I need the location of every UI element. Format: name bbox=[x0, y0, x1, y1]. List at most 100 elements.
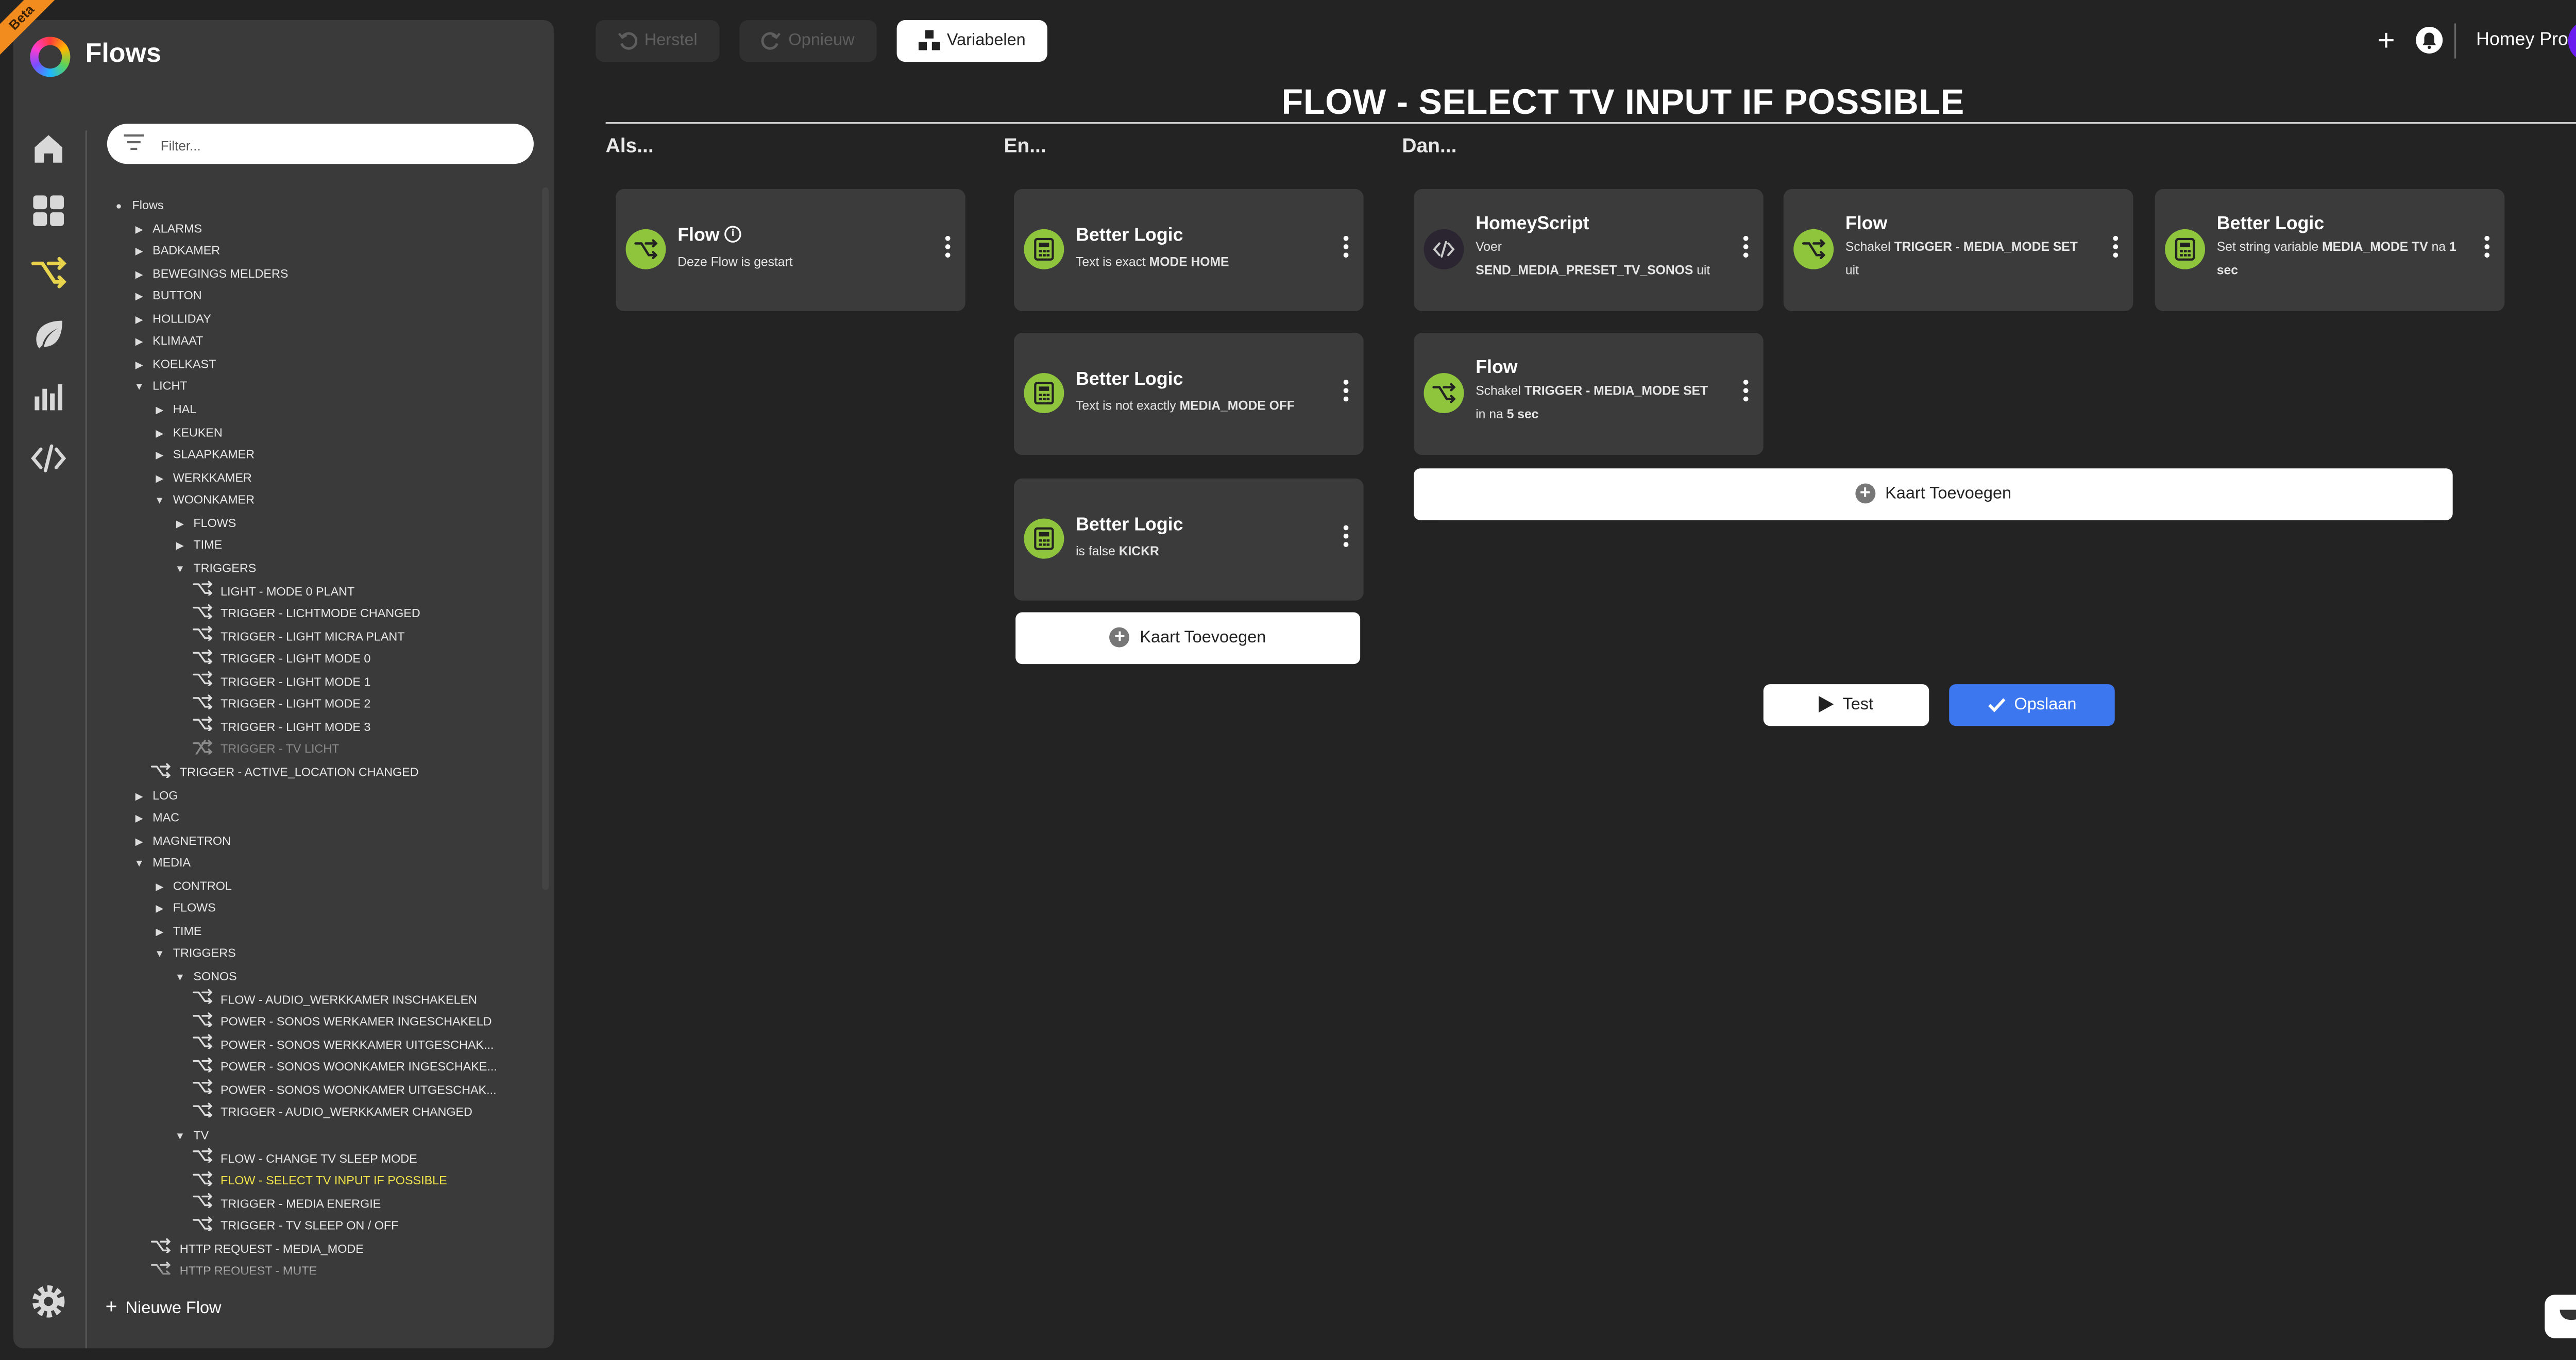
tree-item[interactable]: ▶ KLIMAAT bbox=[131, 330, 204, 355]
caret-right-icon[interactable]: ▶ bbox=[131, 832, 147, 854]
and-add-card-button[interactable]: + Kaart Toevoegen bbox=[1015, 612, 1361, 665]
caret-right-icon[interactable]: ▶ bbox=[151, 923, 168, 945]
more-options-icon[interactable] bbox=[1740, 235, 1750, 263]
caret-right-icon[interactable]: ▶ bbox=[151, 900, 168, 922]
caret-down-icon[interactable]: ▼ bbox=[131, 379, 147, 400]
then-card[interactable]: Flow Schakel TRIGGER - MEDIA_MODE SET uit bbox=[1783, 189, 2133, 311]
homey-account-label[interactable]: Homey Pro bbox=[2476, 30, 2568, 50]
code-icon[interactable] bbox=[30, 440, 66, 477]
tree-item[interactable]: TRIGGER - LIGHT MICRA PLANT bbox=[192, 625, 405, 647]
tree-item[interactable]: ▼ MEDIA bbox=[131, 852, 191, 874]
tree-item[interactable]: POWER - SONOS WERKKAMER UITGESCHAK... bbox=[192, 1033, 494, 1055]
tree-item[interactable]: ▶ TIME bbox=[151, 920, 201, 945]
tree-item[interactable]: TRIGGER - LIGHT MODE 1 bbox=[192, 670, 370, 692]
tree-item[interactable]: POWER - SONOS WOONKAMER UITGESCHAK... bbox=[192, 1079, 497, 1100]
tree-item[interactable]: ▶ LOG bbox=[131, 784, 178, 805]
caret-down-icon[interactable]: ▼ bbox=[151, 946, 168, 967]
tree-item[interactable]: ▶ BADKAMER bbox=[131, 240, 221, 264]
card-token[interactable]: 5 sec bbox=[1507, 406, 1539, 421]
tree-item[interactable]: ▶ SLAAPKAMER bbox=[151, 444, 255, 465]
tree-item[interactable]: ▶ MAC bbox=[131, 807, 179, 828]
more-options-icon[interactable] bbox=[2481, 235, 2491, 263]
user-avatar[interactable]: TB bbox=[2568, 20, 2576, 62]
caret-right-icon[interactable]: ▶ bbox=[131, 333, 147, 355]
more-options-icon[interactable] bbox=[1340, 525, 1350, 552]
tree-item[interactable]: FLOW - AUDIO_WERKKAMER INSCHAKELEN bbox=[192, 988, 477, 1010]
dashboard-icon[interactable] bbox=[30, 192, 66, 229]
tree-item[interactable]: TRIGGER - AUDIO_WERKKAMER CHANGED bbox=[192, 1101, 472, 1123]
caret-right-icon[interactable]: ▶ bbox=[131, 288, 147, 310]
card-token[interactable]: TRIGGER - MEDIA_MODE SET bbox=[1524, 383, 1708, 398]
tree-item[interactable]: POWER - SONOS WERKAMER INGESCHAKELD bbox=[192, 1011, 492, 1032]
caret-down-icon[interactable]: ▼ bbox=[131, 855, 147, 877]
tree-item[interactable]: TRIGGER - ACTIVE_LOCATION CHANGED bbox=[151, 761, 419, 783]
tree-item[interactable]: ▼ LICHT bbox=[131, 376, 187, 400]
tree-item[interactable]: ▶ FLOWS bbox=[172, 512, 236, 533]
then-add-card-button[interactable]: + Kaart Toevoegen bbox=[1414, 468, 2453, 520]
new-flow-button[interactable]: + Nieuwe Flow bbox=[106, 1295, 222, 1318]
when-card[interactable]: Flow i Deze Flow is gestart bbox=[616, 189, 965, 311]
add-icon[interactable]: + bbox=[2378, 23, 2395, 57]
caret-right-icon[interactable]: ▶ bbox=[131, 243, 147, 264]
tree-item[interactable]: ● Flows bbox=[110, 194, 164, 219]
and-card[interactable]: Better Logic Text is exact MODE HOME bbox=[1013, 189, 1364, 311]
caret-right-icon[interactable]: ▶ bbox=[131, 311, 147, 332]
test-button[interactable]: Test bbox=[1763, 684, 1929, 726]
tree-item[interactable]: TRIGGER - TV SLEEP ON / OFF bbox=[192, 1215, 398, 1236]
card-token[interactable]: MEDIA_MODE bbox=[2322, 239, 2408, 254]
tree-item[interactable]: TRIGGER - LIGHT MODE 3 bbox=[192, 716, 370, 737]
notifications-bell-icon[interactable] bbox=[2416, 26, 2443, 54]
tree-item[interactable]: ▶ TIME bbox=[172, 534, 222, 556]
home-icon[interactable] bbox=[30, 130, 66, 167]
filter-field[interactable] bbox=[107, 124, 534, 164]
caret-down-icon[interactable]: ▼ bbox=[151, 492, 168, 514]
caret-down-icon[interactable]: ▼ bbox=[172, 560, 188, 582]
card-token[interactable]: TV bbox=[2412, 239, 2428, 254]
more-options-icon[interactable] bbox=[2110, 235, 2120, 263]
then-card[interactable]: Better Logic Set string variable MEDIA_MO… bbox=[2155, 189, 2505, 311]
tree-item[interactable]: ▶ CONTROL bbox=[151, 875, 232, 896]
more-options-icon[interactable] bbox=[1340, 235, 1350, 263]
save-button[interactable]: Opslaan bbox=[1949, 684, 2115, 726]
filter-input[interactable] bbox=[157, 130, 524, 161]
energy-leaf-icon[interactable] bbox=[30, 316, 66, 353]
tree-item[interactable]: ▶ HOLLIDAY bbox=[131, 308, 211, 329]
tree-item[interactable]: TRIGGER - MEDIA ENERGIE bbox=[192, 1192, 381, 1214]
caret-right-icon[interactable]: ▶ bbox=[172, 515, 188, 537]
card-token[interactable]: TRIGGER - MEDIA_MODE SET bbox=[1894, 239, 2078, 254]
tree-item[interactable]: POWER - SONOS WOONKAMER INGESCHAKE... bbox=[192, 1056, 497, 1078]
redo-button[interactable]: Opnieuw bbox=[739, 20, 877, 62]
tree-item[interactable]: ▶ HAL bbox=[151, 398, 196, 420]
tree-item[interactable]: ▶ MAGNETRON bbox=[131, 829, 231, 851]
variables-button[interactable]: Variabelen bbox=[896, 20, 1047, 62]
undo-button[interactable]: Herstel bbox=[596, 20, 720, 62]
more-options-icon[interactable] bbox=[942, 235, 952, 263]
caret-right-icon[interactable]: ▶ bbox=[131, 787, 147, 809]
caret-right-icon[interactable]: ▶ bbox=[151, 447, 168, 469]
settings-gear-icon[interactable] bbox=[30, 1283, 66, 1320]
bullet-icon[interactable]: ● bbox=[110, 197, 127, 219]
caret-down-icon[interactable]: ▼ bbox=[172, 1127, 188, 1149]
tree-item[interactable]: HTTP REQUEST - MEDIA_MODE bbox=[151, 1237, 364, 1259]
tree-item[interactable]: ▼ TRIGGERS bbox=[172, 557, 257, 582]
tree-item[interactable]: ▶ FLOWS bbox=[151, 897, 216, 919]
card-token[interactable]: MODE HOME bbox=[1149, 254, 1229, 269]
caret-right-icon[interactable]: ▶ bbox=[131, 265, 147, 287]
tree-item[interactable]: ▶ WERKKAMER bbox=[151, 466, 252, 488]
tree-item[interactable]: ▶ KEUKEN bbox=[151, 421, 222, 443]
caret-right-icon[interactable]: ▶ bbox=[131, 220, 147, 242]
flows-icon[interactable] bbox=[30, 254, 66, 291]
insights-icon[interactable] bbox=[30, 378, 66, 415]
tree-item[interactable]: TRIGGER - LIGHT MODE 0 bbox=[192, 648, 370, 669]
card-token[interactable]: SEND_MEDIA_PRESET_TV_SONOS bbox=[1476, 263, 1693, 278]
tree-item[interactable]: ▼ TRIGGERS bbox=[151, 943, 236, 964]
tree-item[interactable]: FLOW - SELECT TV INPUT IF POSSIBLE bbox=[192, 1169, 447, 1191]
tree-item[interactable]: ▶ BUTTON bbox=[131, 285, 202, 307]
tree-item[interactable]: ▼ WOONKAMER bbox=[151, 489, 255, 511]
tree-item[interactable]: FLOW - CHANGE TV SLEEP MODE bbox=[192, 1147, 417, 1168]
more-options-icon[interactable] bbox=[1740, 380, 1750, 406]
tree-item[interactable]: TRIGGER - LICHTMODE CHANGED bbox=[192, 602, 420, 624]
card-token[interactable]: MEDIA_MODE OFF bbox=[1180, 398, 1295, 413]
caret-right-icon[interactable]: ▶ bbox=[131, 356, 147, 378]
flow-title[interactable]: FLOW - SELECT TV INPUT IF POSSIBLE bbox=[1282, 83, 1964, 124]
